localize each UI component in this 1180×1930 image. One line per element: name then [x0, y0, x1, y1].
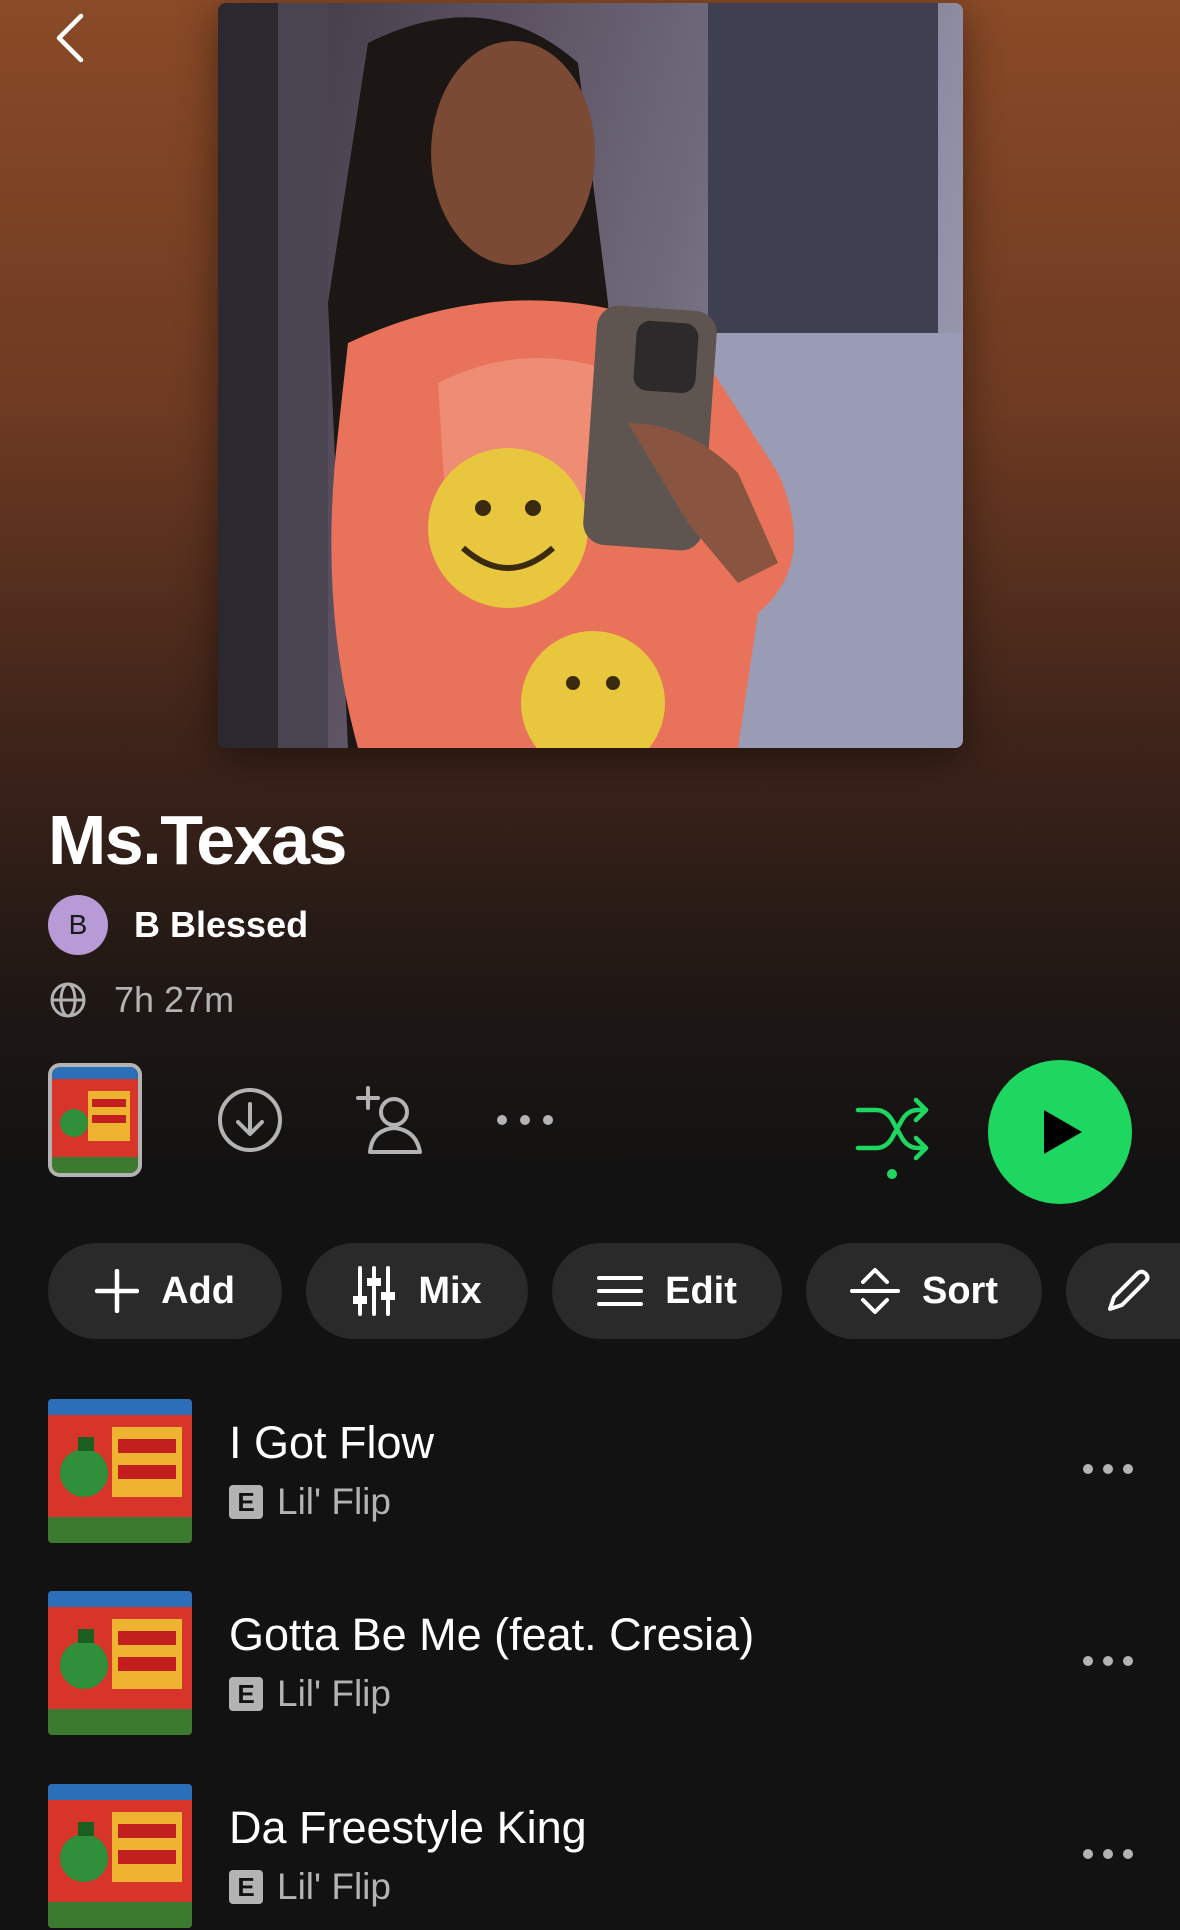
add-user-icon [356, 1086, 422, 1154]
chevron-left-icon [56, 13, 84, 63]
owner-row[interactable]: B B Blessed [48, 895, 308, 955]
more-horizontal-icon [1083, 1656, 1133, 1666]
playlist-cover-image [218, 3, 963, 748]
chip-add[interactable]: Add [48, 1243, 282, 1339]
avatar[interactable]: B [48, 895, 108, 955]
explicit-badge: E [229, 1870, 263, 1904]
track-subtitle: E Lil' Flip [229, 1481, 391, 1523]
track-subtitle: E Lil' Flip [229, 1866, 391, 1908]
chip-label: Sort [922, 1269, 998, 1312]
track-album-art [48, 1591, 192, 1735]
add-collaborator-button[interactable] [350, 1082, 430, 1158]
sliders-icon [353, 1266, 396, 1316]
chip-sort[interactable]: Sort [806, 1243, 1042, 1339]
chip-label: Add [161, 1269, 235, 1312]
more-horizontal-icon [1083, 1849, 1133, 1859]
shuffle-button[interactable] [852, 1088, 932, 1182]
back-button[interactable] [40, 8, 100, 68]
chip-edit-details[interactable] [1066, 1243, 1180, 1339]
track-row[interactable]: Gotta Be Me (feat. Cresia) E Lil' Flip [0, 1591, 1180, 1737]
track-artist: Lil' Flip [277, 1673, 391, 1714]
chip-edit[interactable]: Edit [552, 1243, 782, 1339]
explicit-badge: E [229, 1485, 263, 1519]
track-more-button[interactable] [1070, 1824, 1146, 1884]
chip-label: Mix [418, 1269, 482, 1312]
track-more-button[interactable] [1070, 1631, 1146, 1691]
track-album-art [48, 1784, 192, 1928]
sort-icon [850, 1268, 900, 1314]
track-album-art [48, 1399, 192, 1543]
track-artist: Lil' Flip [277, 1481, 391, 1522]
chip-mix[interactable]: Mix [306, 1243, 528, 1339]
track-title: I Got Flow [229, 1417, 435, 1468]
explicit-badge: E [229, 1677, 263, 1711]
download-icon [218, 1088, 282, 1152]
pencil-icon [1108, 1269, 1150, 1311]
plus-icon [95, 1269, 140, 1313]
download-button[interactable] [214, 1084, 286, 1156]
chip-row: Add Mix Edit Sort [48, 1243, 1180, 1339]
owner-name[interactable]: B Blessed [134, 904, 308, 946]
playlist-title: Ms.Texas [48, 801, 347, 879]
more-horizontal-icon [497, 1115, 553, 1125]
action-bar [0, 1060, 1180, 1204]
playlist-duration: 7h 27m [114, 979, 235, 1020]
track-artist: Lil' Flip [277, 1866, 391, 1907]
duration-row: 7h 27m [48, 975, 234, 1025]
track-title: Gotta Be Me (feat. Cresia) [229, 1609, 755, 1660]
track-row[interactable]: I Got Flow E Lil' Flip [0, 1399, 1180, 1545]
track-row[interactable]: Da Freestyle King E Lil' Flip [0, 1784, 1180, 1930]
globe-icon [50, 982, 86, 1018]
play-icon [1044, 1110, 1082, 1154]
track-subtitle: E Lil' Flip [229, 1673, 391, 1715]
more-horizontal-icon [1083, 1464, 1133, 1474]
list-icon [597, 1276, 644, 1306]
track-title: Da Freestyle King [229, 1802, 587, 1853]
shuffle-icon [855, 1097, 929, 1179]
playlist-thumbnail-button[interactable] [48, 1063, 142, 1177]
play-button[interactable] [988, 1060, 1132, 1204]
track-more-button[interactable] [1070, 1439, 1146, 1499]
more-options-button[interactable] [490, 1100, 560, 1140]
chip-label: Edit [665, 1269, 737, 1312]
